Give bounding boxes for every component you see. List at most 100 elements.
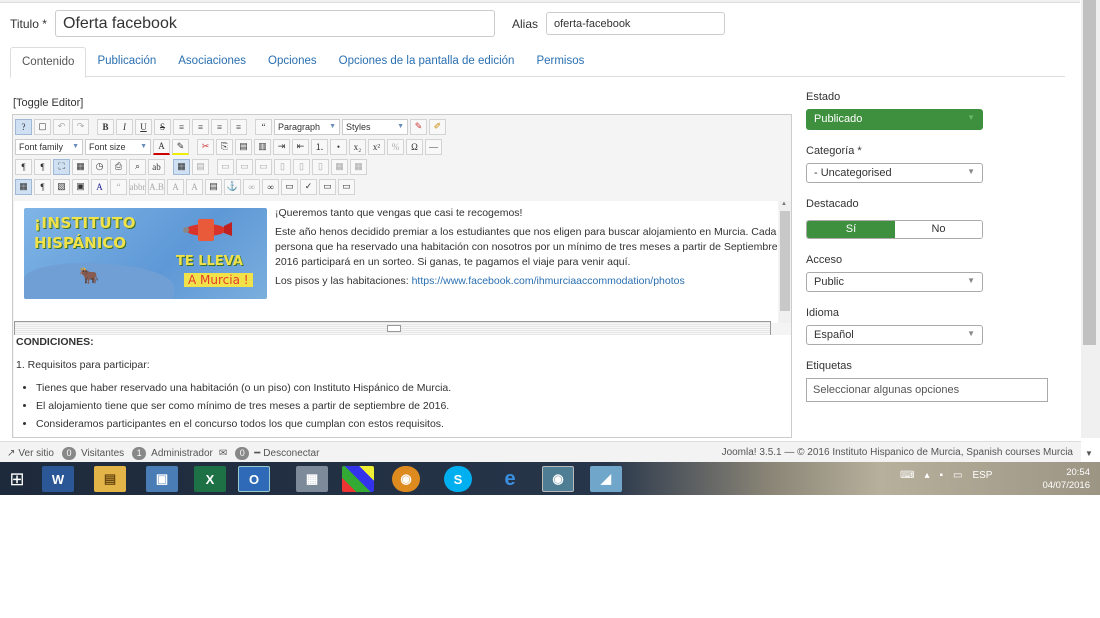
excel-icon[interactable]: X: [194, 466, 226, 492]
align-left-icon[interactable]: ≡: [173, 118, 190, 135]
copy-icon[interactable]: ⎘: [216, 138, 233, 155]
ltr-icon[interactable]: ¶: [15, 158, 32, 175]
font-size-select[interactable]: Font size ▼: [85, 138, 151, 155]
media-icon[interactable]: ▭: [281, 178, 298, 195]
network-icon[interactable]: ▪: [939, 470, 943, 481]
code-icon[interactable]: ▭: [319, 178, 336, 195]
estado-select[interactable]: Publicado ▼: [806, 109, 983, 130]
logout-link[interactable]: Desconectar: [263, 448, 319, 459]
insert-date-icon[interactable]: ◷: [91, 158, 108, 175]
chevron-up-icon[interactable]: ▴: [924, 470, 929, 481]
styles-select[interactable]: Styles ▼: [342, 118, 408, 135]
ins-icon[interactable]: A: [186, 178, 203, 195]
editor-content-lower[interactable]: CONDICIONES: 1. Requisitos para particip…: [14, 335, 791, 437]
rtl-icon[interactable]: ¶: [34, 158, 51, 175]
del-icon[interactable]: A: [167, 178, 184, 195]
superscript-icon[interactable]: x²: [368, 138, 385, 155]
show-blocks-icon[interactable]: ¶: [34, 178, 51, 195]
page-scrollbar[interactable]: [1081, 0, 1100, 438]
fullscreen-icon[interactable]: ⛶: [53, 158, 70, 175]
acronym-icon[interactable]: A.B: [148, 178, 165, 195]
acceso-select[interactable]: Public ▼: [806, 272, 983, 292]
keyboard-icon[interactable]: ⌨: [900, 470, 914, 481]
title-input[interactable]: [55, 10, 495, 37]
resize-grip-icon[interactable]: [387, 325, 401, 332]
delete-row-icon[interactable]: ▭: [255, 158, 272, 175]
indent-icon[interactable]: ⇥: [273, 138, 290, 155]
windows-start-icon[interactable]: ⊞: [6, 469, 28, 489]
tab-contenido[interactable]: Contenido: [10, 47, 87, 78]
omega-icon[interactable]: Ω: [406, 138, 423, 155]
computer-icon[interactable]: ▣: [146, 466, 178, 492]
attributes-icon[interactable]: ▤: [205, 178, 222, 195]
scroll-down-icon[interactable]: ▼: [1085, 449, 1093, 458]
skype-icon[interactable]: S: [444, 466, 472, 492]
editor-scrollbar[interactable]: ▲: [779, 201, 791, 323]
col-before-icon[interactable]: ▯: [274, 158, 291, 175]
help-icon[interactable]: ?: [15, 118, 32, 135]
find-icon[interactable]: ⌕: [129, 158, 146, 175]
undo-icon[interactable]: ↶: [53, 118, 70, 135]
notes-icon[interactable]: ◢: [590, 466, 622, 492]
tab-opciones-pantalla[interactable]: Opciones de la pantalla de edición: [328, 47, 526, 77]
paste-text-icon[interactable]: ▥: [254, 138, 271, 155]
alias-input[interactable]: [546, 12, 725, 35]
chrome-active-icon[interactable]: ◉: [542, 466, 574, 492]
row-after-icon[interactable]: ▭: [236, 158, 253, 175]
merge-cells-icon[interactable]: ▦: [331, 158, 348, 175]
scroll-up-icon[interactable]: ▲: [781, 201, 787, 207]
destacado-yes-button[interactable]: Sí: [807, 221, 895, 238]
calculator-icon[interactable]: ▦: [296, 466, 328, 492]
outdent-icon[interactable]: ⇤: [292, 138, 309, 155]
display-icon[interactable]: ▭: [953, 470, 962, 481]
source-icon[interactable]: ▭: [338, 178, 355, 195]
messages-badge[interactable]: 0: [235, 447, 250, 460]
link-icon[interactable]: ∞: [262, 178, 279, 195]
bullet-list-icon[interactable]: •: [330, 138, 347, 155]
anchor-icon[interactable]: ⚓: [224, 178, 241, 195]
align-right-icon[interactable]: ≡: [211, 118, 228, 135]
paste-icon[interactable]: ▤: [235, 138, 252, 155]
outlook-icon[interactable]: O: [238, 466, 270, 492]
table-icon[interactable]: ▦: [173, 158, 190, 175]
etiquetas-input[interactable]: Seleccionar algunas opciones: [806, 378, 1048, 402]
facebook-link[interactable]: https://www.facebook.com/ihmurciaaccommo…: [412, 275, 685, 287]
cut-icon[interactable]: ✂: [197, 138, 214, 155]
insert-file-icon[interactable]: ▧: [53, 178, 70, 195]
align-center-icon[interactable]: ≡: [192, 118, 209, 135]
chrome-icon[interactable]: ◉: [392, 466, 420, 492]
file-explorer-icon[interactable]: ▤: [94, 466, 126, 492]
destacado-no-button[interactable]: No: [895, 221, 982, 238]
abbr-icon[interactable]: abbr: [129, 178, 146, 195]
text-color-icon[interactable]: A: [153, 138, 170, 155]
numbered-list-icon[interactable]: ⒈: [311, 138, 328, 155]
spellcheck-icon[interactable]: ✓: [300, 178, 317, 195]
visual-aid-icon[interactable]: ▦: [15, 178, 32, 195]
horizontal-rule-icon[interactable]: —: [425, 138, 442, 155]
editor-scroll-thumb[interactable]: [780, 211, 790, 311]
row-before-icon[interactable]: ▭: [217, 158, 234, 175]
delete-col-icon[interactable]: ▯: [312, 158, 329, 175]
page-scroll-thumb[interactable]: [1083, 0, 1096, 345]
insert-image-icon[interactable]: ▣: [72, 178, 89, 195]
font-family-select[interactable]: Font family ▼: [15, 138, 83, 155]
highlight-icon[interactable]: ✎: [172, 138, 189, 155]
underline-icon[interactable]: U: [135, 118, 152, 135]
idioma-select[interactable]: Español ▼: [806, 325, 983, 345]
clear-format-icon[interactable]: ✎: [410, 118, 427, 135]
split-cells-icon[interactable]: ▦: [350, 158, 367, 175]
template-icon[interactable]: ▦: [72, 158, 89, 175]
categoria-select[interactable]: - Uncategorised ▼: [806, 163, 983, 183]
tab-asociaciones[interactable]: Asociaciones: [167, 47, 257, 77]
blockquote-icon[interactable]: “: [255, 118, 272, 135]
language-indicator[interactable]: ESP: [972, 470, 992, 481]
cite-icon[interactable]: “: [110, 178, 127, 195]
internet-explorer-icon[interactable]: e: [494, 466, 526, 492]
align-justify-icon[interactable]: ≡: [230, 118, 247, 135]
color-grid-icon[interactable]: [342, 466, 374, 492]
print-icon[interactable]: ⎙: [110, 158, 127, 175]
taskbar-clock[interactable]: 20:54 04/07/2016: [1042, 466, 1090, 492]
replace-icon[interactable]: ab: [148, 158, 165, 175]
tab-opciones[interactable]: Opciones: [257, 47, 328, 77]
view-site-link[interactable]: Ver sitio: [18, 448, 54, 459]
